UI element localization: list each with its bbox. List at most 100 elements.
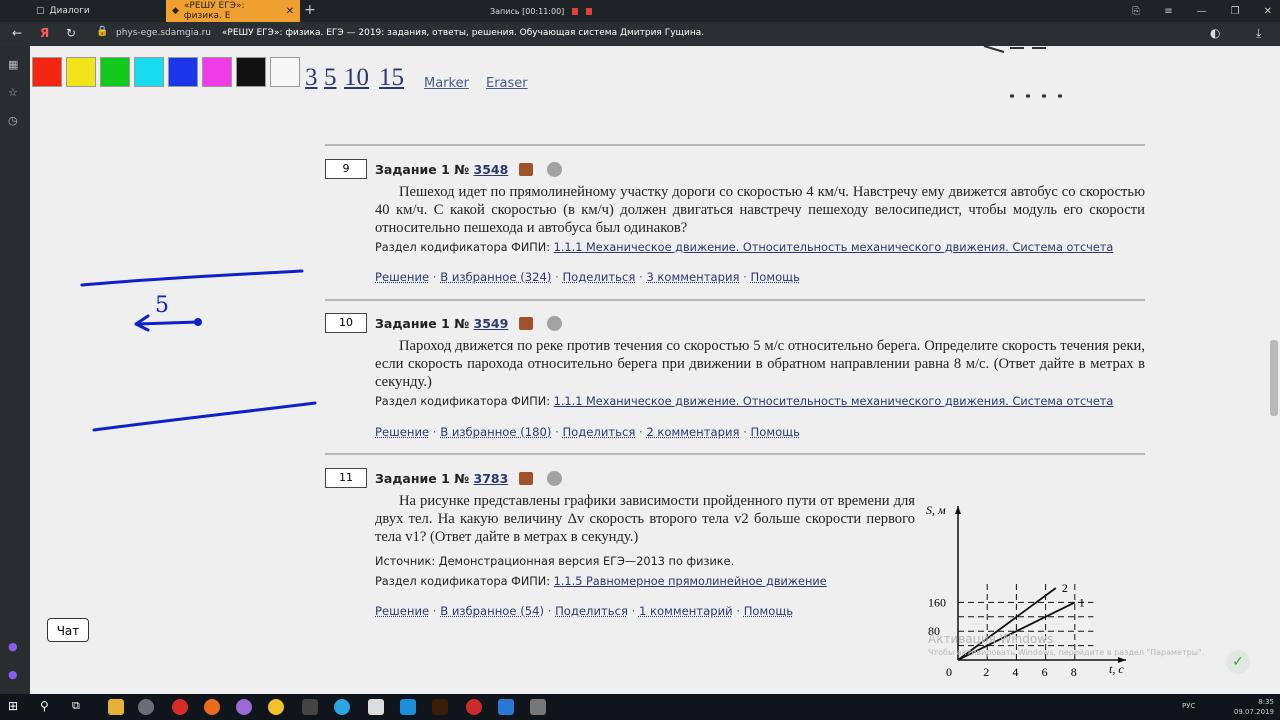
close-tab-icon[interactable]: ✕ (286, 6, 294, 17)
color-swatch-white[interactable] (270, 57, 300, 87)
codifier-link[interactable]: 1.1.5 Равномерное прямолинейное движение (554, 575, 827, 588)
brush-size-3[interactable]: 3 (305, 64, 318, 92)
status-circle-icon (547, 471, 563, 486)
briefcase-icon[interactable] (518, 472, 533, 485)
new-tab-icon[interactable]: + (304, 2, 316, 18)
url-field[interactable]: phys-ege.sdamgia.ru «РЕШУ ЕГЭ»: физика. … (116, 28, 704, 38)
help-link[interactable]: Помощь (744, 604, 793, 618)
star-icon[interactable]: ☆ (8, 86, 18, 99)
share-link[interactable]: Поделиться (562, 270, 635, 284)
restore-icon[interactable]: ❐ (1231, 6, 1240, 17)
solution-link[interactable]: Решение (375, 425, 429, 439)
solution-link[interactable]: Решение (375, 270, 429, 284)
comments-link[interactable]: 1 комментарий (639, 604, 733, 618)
reload-icon[interactable]: ↻ (66, 26, 76, 40)
close-window-icon[interactable]: ✕ (1264, 6, 1272, 17)
x-tick-label: 4 (1012, 665, 1018, 679)
app-icon[interactable] (236, 699, 252, 715)
marker-tool[interactable]: Marker (424, 76, 469, 91)
source: Источник: Демонстрационная версия ЕГЭ—20… (375, 555, 735, 568)
brush-size-15[interactable]: 15 (379, 64, 404, 92)
color-swatch-red[interactable] (32, 57, 62, 87)
problem-title: Задание 1 № 3549 (375, 316, 563, 331)
yandex-browser-icon[interactable] (138, 699, 154, 715)
favorites-link[interactable]: В избранное (180) (440, 425, 551, 439)
y-axis-label: S, м (926, 503, 946, 517)
problem-title: Задание 1 № 3548 (375, 162, 563, 177)
back-icon[interactable]: ← (12, 26, 22, 40)
windows-start-icon[interactable]: ⊞ (8, 699, 24, 715)
chrome-icon[interactable] (268, 699, 284, 715)
page-scrollbar[interactable] (1270, 340, 1278, 416)
assistant-icon[interactable]: ● (8, 668, 18, 681)
problem-id-link[interactable]: 3548 (474, 162, 509, 177)
illustrator-icon[interactable] (432, 699, 448, 715)
help-link[interactable]: Помощь (751, 425, 800, 439)
color-swatch-black[interactable] (236, 57, 266, 87)
grid-icon[interactable]: ▦ (8, 58, 18, 71)
language-indicator[interactable]: РУС (1182, 702, 1195, 710)
recorder-icon[interactable] (466, 699, 482, 715)
shield-check-icon[interactable]: ✓ (1226, 650, 1250, 674)
eraser-tool[interactable]: Eraser (486, 76, 528, 91)
color-swatch-cyan[interactable] (134, 57, 164, 87)
app2-icon[interactable] (530, 699, 546, 715)
extension-icon[interactable]: ◐ (1210, 26, 1220, 40)
problem-text: На рисунке представлены графики зависимо… (375, 493, 915, 545)
history-icon[interactable]: ◷ (8, 114, 18, 127)
pause-icon[interactable] (572, 7, 579, 15)
edge-icon[interactable] (498, 699, 514, 715)
minimize-icon[interactable]: — (1197, 6, 1207, 17)
briefcase-icon[interactable] (518, 163, 533, 176)
search-icon[interactable]: ⚲ (40, 699, 56, 715)
chat-icon: ▢ (36, 6, 45, 16)
brush-size-10[interactable]: 10 (344, 64, 369, 92)
task-view-icon[interactable]: ⧉ (72, 699, 88, 715)
divider (325, 453, 1145, 455)
lock-icon: 🔒 (96, 26, 109, 37)
file-explorer-icon[interactable] (108, 699, 124, 715)
handwritten-digit: 5 (155, 293, 169, 318)
comments-link[interactable]: 3 комментария (646, 270, 739, 284)
share-link[interactable]: Поделиться (555, 604, 628, 618)
recording-bar: Запись [00:11:00] (490, 0, 593, 22)
brush-size-5[interactable]: 5 (324, 64, 337, 92)
previous-figure-fragment (983, 45, 1062, 98)
alice-icon[interactable]: ● (8, 640, 18, 653)
tab-reshu-ege[interactable]: ◆ «РЕШУ ЕГЭ»: физика. Е ✕ (166, 0, 300, 22)
briefcase-icon[interactable] (518, 317, 533, 330)
color-swatch-blue[interactable] (168, 57, 198, 87)
help-link[interactable]: Помощь (751, 270, 800, 284)
site-icon: ◆ (172, 6, 179, 16)
share-link[interactable]: Поделиться (562, 425, 635, 439)
download-icon[interactable]: ⤓ (1256, 26, 1261, 41)
clock[interactable]: 8:35 09.07.2019 (1234, 697, 1274, 717)
codifier-link[interactable]: 1.1.1 Механическое движение. Относительн… (554, 241, 1114, 254)
calculator-icon[interactable] (302, 699, 318, 715)
bookmarks-icon[interactable]: ⎘ (1132, 6, 1140, 17)
solution-link[interactable]: Решение (375, 604, 429, 618)
comments-link[interactable]: 2 комментария (646, 425, 739, 439)
mail-icon[interactable] (368, 699, 384, 715)
favorites-link[interactable]: В избранное (324) (440, 270, 551, 284)
browser-sidebar: ▦ ☆ ◷ ● ● (0, 46, 30, 694)
menu-icon[interactable]: ≡ (1164, 6, 1172, 17)
problem-id-link[interactable]: 3783 (474, 471, 509, 486)
opera-icon[interactable] (172, 699, 188, 715)
color-swatch-yellow[interactable] (66, 57, 96, 87)
x-tick-label: 8 (1071, 665, 1077, 679)
chat-button[interactable]: Чат (47, 618, 89, 642)
color-swatch-magenta[interactable] (202, 57, 232, 87)
skype-icon[interactable] (400, 699, 416, 715)
telegram-icon[interactable] (334, 699, 350, 715)
codifier-link[interactable]: 1.1.1 Механическое движение. Относительн… (554, 395, 1114, 408)
problem-actions: Решение · В избранное (324) · Поделиться… (375, 270, 800, 284)
color-swatch-green[interactable] (100, 57, 130, 87)
firefox-icon[interactable] (204, 699, 220, 715)
problem-id-link[interactable]: 3549 (474, 316, 509, 331)
favorites-link[interactable]: В избранное (54) (440, 604, 544, 618)
tab-dialogs[interactable]: ▢ Диалоги (30, 0, 164, 22)
yandex-logo-icon[interactable]: Я (40, 26, 49, 40)
codifier: Раздел кодификатора ФИПИ: 1.1.1 Механиче… (375, 395, 1114, 408)
stop-icon[interactable] (586, 7, 593, 15)
